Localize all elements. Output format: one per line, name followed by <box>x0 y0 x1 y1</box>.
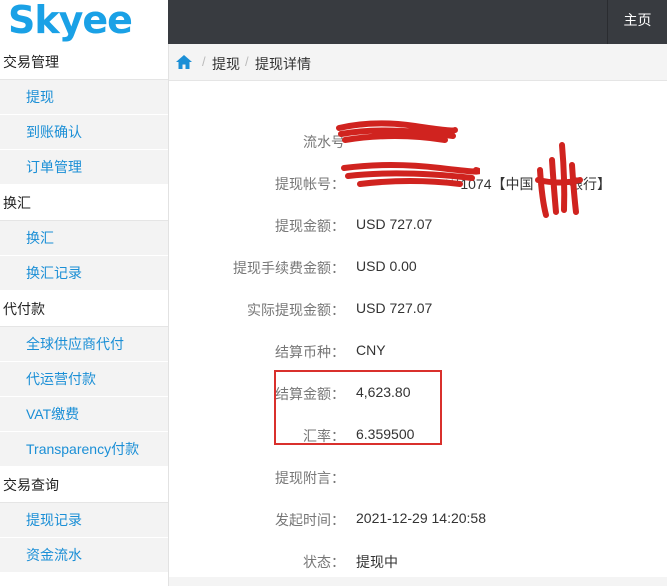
withdraw-fee-value: USD 0.00 <box>356 258 417 274</box>
settlement-currency-label: 结算币种： <box>275 344 345 360</box>
initiated-time-label: 发起时间： <box>275 512 345 528</box>
sidebar-group-trade-management[interactable]: 交易管理 <box>0 44 168 80</box>
breadcrumb: / 提现 / 提现详情 <box>169 44 667 81</box>
sidebar-item-transparency-payment[interactable]: Transparency付款 <box>0 432 168 467</box>
breadcrumb-withdraw-detail: 提现详情 <box>255 56 311 72</box>
redaction-mark <box>336 120 458 143</box>
sidebar-group-exchange[interactable]: 换汇 <box>0 185 168 221</box>
withdraw-amount-row: 提现金额： USD 727.07 <box>169 204 667 246</box>
sidebar-item-exchange-records[interactable]: 换汇记录 <box>0 256 168 291</box>
status-row: 状态： 提现中 <box>169 540 667 582</box>
actual-withdraw-row: 实际提现金额： USD 727.07 <box>169 288 667 330</box>
status-label: 状态： <box>303 554 345 570</box>
sidebar-item-exchange[interactable]: 换汇 <box>0 221 168 256</box>
withdraw-fee-row: 提现手续费金额： USD 0.00 <box>169 246 667 288</box>
top-navbar: 主页 <box>168 0 667 44</box>
home-link[interactable]: 主页 <box>607 0 667 44</box>
settlement-currency-row: 结算币种： CNY <box>169 330 667 372</box>
brand-logo[interactable]: Skyee <box>8 0 133 40</box>
withdraw-note-row: 提现附言： <box>169 456 667 498</box>
bottom-strip <box>169 577 667 586</box>
withdraw-fee-label: 提现手续费金额： <box>233 260 345 276</box>
initiated-time-row: 发起时间： 2021-12-29 14:20:58 <box>169 498 667 540</box>
actual-withdraw-value: USD 727.07 <box>356 300 433 316</box>
home-icon[interactable] <box>176 55 192 69</box>
sidebar: 交易管理 提现 到账确认 订单管理 换汇 换汇 换汇记录 代付款 全球供应商代付… <box>0 44 169 586</box>
sidebar-item-withdraw[interactable]: 提现 <box>0 80 168 115</box>
highlight-box <box>274 370 442 445</box>
sidebar-group-payment[interactable]: 代付款 <box>0 291 168 327</box>
sidebar-item-operation-payment[interactable]: 代运营付款 <box>0 362 168 397</box>
status-value: 提现中 <box>356 554 398 570</box>
withdraw-amount-label: 提现金额： <box>275 218 345 234</box>
breadcrumb-separator: / <box>202 54 206 69</box>
actual-withdraw-label: 实际提现金额： <box>247 302 345 318</box>
withdraw-detail-panel: 流水号 提现帐号： ***1074【中国 银行】 提现金额： USD 727.0… <box>169 81 667 586</box>
sidebar-item-order-management[interactable]: 订单管理 <box>0 150 168 185</box>
sidebar-group-transaction-query[interactable]: 交易查询 <box>0 467 168 503</box>
withdraw-note-label: 提现附言： <box>275 470 345 486</box>
sidebar-item-withdraw-records[interactable]: 提现记录 <box>0 503 168 538</box>
logo-area[interactable]: Skyee <box>0 0 168 44</box>
redaction-mark <box>535 142 583 218</box>
withdraw-account-label: 提现帐号： <box>275 176 345 192</box>
sidebar-item-vat-payment[interactable]: VAT缴费 <box>0 397 168 432</box>
redaction-mark <box>341 162 480 187</box>
settlement-currency-value: CNY <box>356 342 386 358</box>
initiated-time-value: 2021-12-29 14:20:58 <box>356 510 486 526</box>
breadcrumb-withdraw[interactable]: 提现 <box>212 54 240 74</box>
sidebar-item-arrival-confirm[interactable]: 到账确认 <box>0 115 168 150</box>
sidebar-item-fund-flow[interactable]: 资金流水 <box>0 538 168 573</box>
breadcrumb-separator: / <box>245 54 249 69</box>
withdraw-amount-value: USD 727.07 <box>356 216 433 232</box>
sidebar-item-supplier-payment[interactable]: 全球供应商代付 <box>0 327 168 362</box>
